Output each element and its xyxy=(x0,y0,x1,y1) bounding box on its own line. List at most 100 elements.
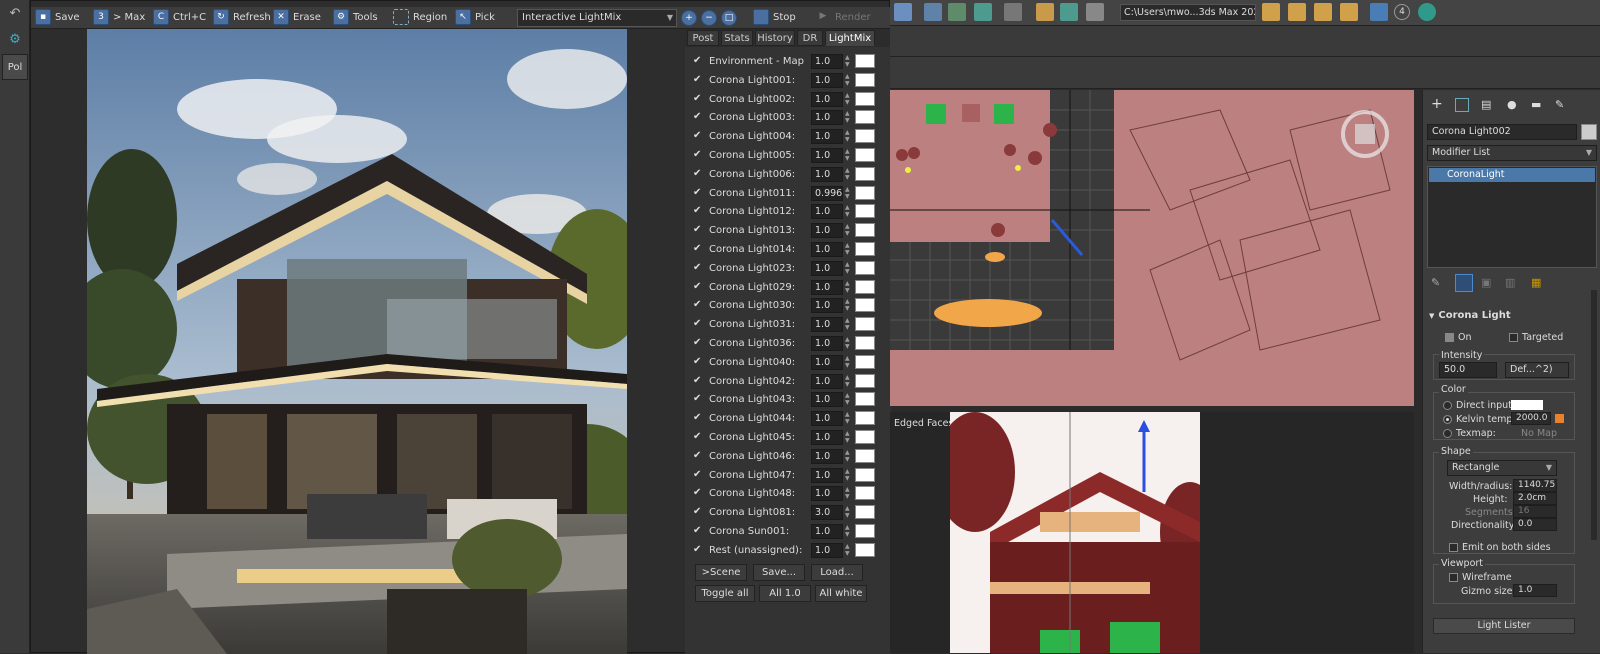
spinner-icon[interactable]: ▲ ▼ xyxy=(845,449,851,464)
lightmix-intensity-field[interactable]: 1.0 xyxy=(811,148,843,163)
lightmix-color-swatch[interactable] xyxy=(855,505,875,520)
lightmix-checkbox[interactable]: ✔ xyxy=(693,375,705,387)
tool-icon[interactable]: ⚙ xyxy=(6,32,24,48)
emit-both-checkbox[interactable]: Emit on both sides xyxy=(1449,542,1551,553)
vfb-refresh-button[interactable]: ↻ Refresh xyxy=(213,9,271,27)
lightmix-checkbox[interactable]: ✔ xyxy=(693,149,705,161)
lightmix-color-swatch[interactable] xyxy=(855,486,875,501)
lightmix-checkbox[interactable]: ✔ xyxy=(693,111,705,123)
lightmix-color-swatch[interactable] xyxy=(855,467,875,482)
kelvin-temp-radio[interactable]: Kelvin temp: xyxy=(1443,414,1516,425)
spinner-icon[interactable]: ▲ ▼ xyxy=(845,73,851,88)
lightmix-color-swatch[interactable] xyxy=(855,430,875,444)
tab-post[interactable]: Post xyxy=(687,30,719,46)
tab-stats[interactable]: Stats xyxy=(721,30,753,46)
lightmix-checkbox[interactable]: ✔ xyxy=(693,431,705,443)
lightmix-intensity-field[interactable]: 1.0 xyxy=(811,336,843,351)
lightmix-color-swatch[interactable] xyxy=(855,524,875,538)
lightmix-checkbox[interactable]: ✔ xyxy=(693,130,705,142)
vfb-erase-button[interactable]: ✕ Erase xyxy=(273,9,321,27)
shape-dropdown[interactable]: Rectangle ▼ xyxy=(1447,460,1557,476)
direct-input-radio[interactable]: Direct input: xyxy=(1443,400,1515,411)
height-field[interactable]: 2.0cm xyxy=(1513,492,1557,505)
spinner-icon[interactable]: ▲ ▼ xyxy=(845,54,851,69)
spinner-icon[interactable]: ▲ ▼ xyxy=(845,524,851,539)
lightmix-color-swatch[interactable] xyxy=(855,54,875,68)
lightmix-color-swatch[interactable] xyxy=(855,185,875,200)
modifier-list-dropdown[interactable]: Modifier List ▼ xyxy=(1427,145,1597,161)
lightmix-checkbox[interactable]: ✔ xyxy=(693,450,705,462)
zoom-out-icon[interactable]: − xyxy=(701,10,717,26)
panel-scrollbar[interactable] xyxy=(1591,290,1597,540)
lightmix-checkbox[interactable]: ✔ xyxy=(693,243,705,255)
sync-icon[interactable] xyxy=(1418,3,1436,21)
teapot-icon[interactable] xyxy=(1086,3,1104,21)
vfb-tools-button[interactable]: ⚙ Tools xyxy=(333,9,378,27)
vfb-region-button[interactable]: Region xyxy=(393,9,447,27)
to-scene-button[interactable]: >Scene xyxy=(695,564,747,581)
spinner-icon[interactable]: ▲ ▼ xyxy=(845,110,851,125)
gizmo-field[interactable]: 1.0 xyxy=(1513,584,1557,597)
texmap-radio[interactable]: Texmap: xyxy=(1443,428,1496,439)
tab-dr[interactable]: DR xyxy=(797,30,823,46)
lightmix-color-swatch[interactable] xyxy=(855,166,875,181)
curve-editor-icon[interactable] xyxy=(1004,3,1022,21)
toggle-all-button[interactable]: Toggle all xyxy=(695,585,755,602)
lightmix-checkbox[interactable]: ✔ xyxy=(693,262,705,274)
targeted-checkbox[interactable]: Targeted xyxy=(1509,332,1563,343)
directionality-field[interactable]: 0.0 xyxy=(1513,518,1557,531)
lightmix-color-swatch[interactable] xyxy=(855,260,875,275)
lightmix-intensity-field[interactable]: 1.0 xyxy=(811,392,843,408)
object-name-field[interactable]: Corona Light002 xyxy=(1427,124,1577,140)
lightmix-checkbox[interactable]: ✔ xyxy=(693,393,705,405)
segments-field[interactable]: 16 xyxy=(1513,505,1557,518)
zoom-in-icon[interactable]: + xyxy=(681,10,697,26)
make-unique-icon[interactable]: ▣ xyxy=(1481,276,1491,289)
lightmix-checkbox[interactable]: ✔ xyxy=(693,356,705,368)
schematic-icon[interactable] xyxy=(924,3,942,21)
lightmix-intensity-field[interactable]: 1.0 xyxy=(811,242,843,257)
spinner-icon[interactable]: ▲ ▼ xyxy=(845,92,851,107)
lightmix-checkbox[interactable]: ✔ xyxy=(693,469,705,481)
direct-input-swatch[interactable] xyxy=(1511,400,1543,410)
lightmix-intensity-field[interactable]: 1.0 xyxy=(811,486,843,502)
all-white-button[interactable]: All white xyxy=(815,585,867,602)
lightmix-intensity-field[interactable]: 1.0 xyxy=(811,223,843,239)
spinner-icon[interactable]: ▲ ▼ xyxy=(845,223,851,238)
lightmix-color-swatch[interactable] xyxy=(855,392,875,407)
lightmix-intensity-field[interactable]: 1.0 xyxy=(811,54,843,69)
save-icon[interactable] xyxy=(974,3,992,21)
lightmix-checkbox[interactable]: ✔ xyxy=(693,544,705,556)
spinner-icon[interactable]: ▲ ▼ xyxy=(845,355,851,370)
undo-icon[interactable]: ↶ xyxy=(6,6,24,22)
lightmix-color-swatch[interactable] xyxy=(855,148,875,162)
lightmix-intensity-field[interactable]: 1.0 xyxy=(811,72,843,88)
vfb-to-max-button[interactable]: 3 > Max xyxy=(93,9,145,27)
remove-modifier-icon[interactable]: ▥ xyxy=(1505,276,1515,289)
spinner-icon[interactable]: ▲ ▼ xyxy=(845,261,851,276)
spinner-icon[interactable]: ▲ ▼ xyxy=(845,148,851,163)
spinner-icon[interactable]: ▲ ▼ xyxy=(845,543,851,558)
lightmix-intensity-field[interactable]: 1.0 xyxy=(811,279,843,295)
lightmix-intensity-field[interactable]: 1.0 xyxy=(811,411,843,427)
lightmix-color-swatch[interactable] xyxy=(855,317,875,332)
intensity-field[interactable]: 50.0 xyxy=(1439,362,1497,378)
lightmix-intensity-field[interactable]: 1.0 xyxy=(811,129,843,145)
lightmix-color-swatch[interactable] xyxy=(855,204,875,219)
lightmix-checkbox[interactable]: ✔ xyxy=(693,487,705,499)
on-checkbox[interactable]: On xyxy=(1445,332,1472,343)
project-path-field[interactable]: C:\Users\mwo...3ds Max 2024 xyxy=(1120,4,1256,21)
render-setup-icon[interactable] xyxy=(948,3,966,21)
spinner-icon[interactable]: ▲ ▼ xyxy=(845,374,851,389)
vfb-pick-button[interactable]: ↖ Pick xyxy=(455,9,495,27)
hierarchy-icon[interactable]: ▤ xyxy=(1481,98,1491,111)
lightmix-color-swatch[interactable] xyxy=(855,110,875,125)
lightmix-checkbox[interactable]: ✔ xyxy=(693,224,705,236)
spinner-icon[interactable]: ▲ ▼ xyxy=(845,468,851,483)
modify-icon[interactable] xyxy=(1455,98,1469,112)
lightmix-checkbox[interactable]: ✔ xyxy=(693,55,705,67)
spinner-icon[interactable]: ▲ ▼ xyxy=(845,242,851,257)
lightmix-checkbox[interactable]: ✔ xyxy=(693,506,705,518)
lightmix-intensity-field[interactable]: 1.0 xyxy=(811,430,843,445)
folder-icon[interactable] xyxy=(1262,3,1280,21)
